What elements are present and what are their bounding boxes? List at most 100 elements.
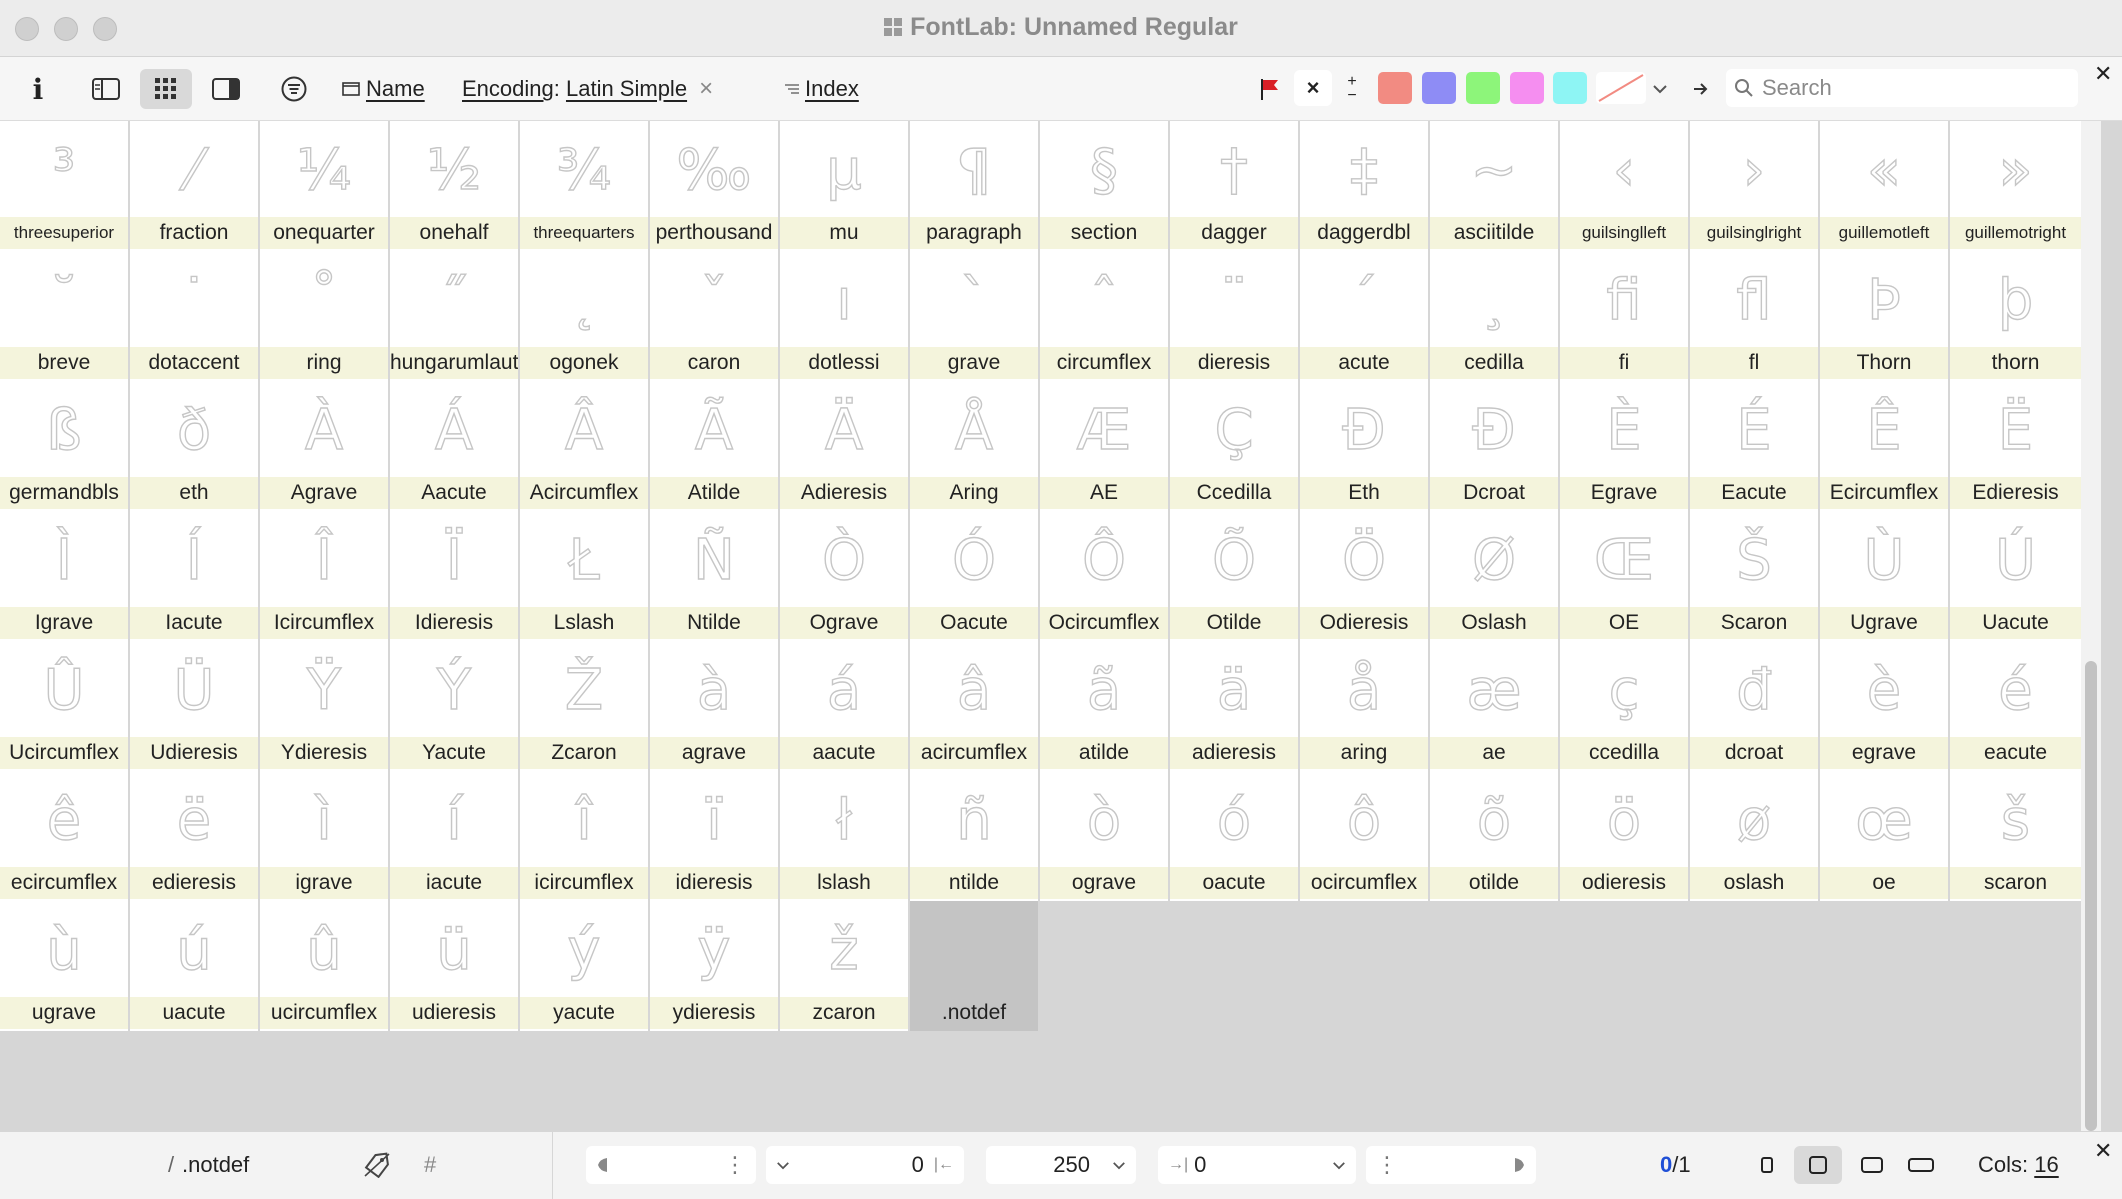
glyph-cell[interactable]: đ dcroat [1690, 641, 1818, 771]
glyph-cell[interactable]: ﬂ fl [1690, 251, 1818, 381]
glyph-cell[interactable]: ˇ caron [650, 251, 778, 381]
glyph-cell[interactable]: ~ asciitilde [1430, 121, 1558, 251]
glyph-cell[interactable]: ` grave [910, 251, 1038, 381]
color-swatch-blue[interactable] [1422, 72, 1456, 104]
glyph-cell[interactable]: ¸ cedilla [1430, 251, 1558, 381]
glyph-cell[interactable]: Û Ucircumflex [0, 641, 128, 771]
glyph-cell[interactable]: ¼ onequarter [260, 121, 388, 251]
glyph-cell[interactable]: Ä Adieresis [780, 381, 908, 511]
color-swatch-red[interactable] [1378, 72, 1412, 104]
glyph-cell[interactable]: å aring [1300, 641, 1428, 771]
glyph-cell[interactable]: ó oacute [1170, 771, 1298, 901]
cell-size-large-button[interactable] [1858, 1146, 1886, 1184]
sidebar-toggle-button[interactable] [88, 69, 124, 109]
glyph-cell[interactable]: š scaron [1950, 771, 2081, 901]
glyph-cell[interactable]: Ó Oacute [910, 511, 1038, 641]
glyph-cell[interactable]: ¶ paragraph [910, 121, 1038, 251]
glyph-cell[interactable]: Å Aring [910, 381, 1038, 511]
glyph-cell[interactable]: è egrave [1820, 641, 1948, 771]
glyph-cell[interactable]: ý yacute [520, 901, 648, 1031]
no-color-swatch[interactable] [1596, 72, 1646, 104]
glyph-cell[interactable]: ã atilde [1040, 641, 1168, 771]
glyph-cell[interactable]: ½ onehalf [390, 121, 518, 251]
glyph-cell[interactable]: ˘ breve [0, 251, 128, 381]
glyph-cell[interactable]: î icircumflex [520, 771, 648, 901]
clear-flag-button[interactable]: × [1294, 70, 1332, 106]
glyph-cell[interactable]: Œ OE [1560, 511, 1688, 641]
color-swatch-cyan[interactable] [1553, 72, 1587, 104]
glyph-cell[interactable]: á aacute [780, 641, 908, 771]
color-swatch-pink[interactable] [1510, 72, 1544, 104]
left-kerning-class-field[interactable]: ⋮ [586, 1146, 756, 1184]
current-glyph-name[interactable]: .notdef [182, 1146, 249, 1184]
glyph-cell[interactable]: ˛ ogonek [520, 251, 648, 381]
vertical-scrollbar[interactable] [2081, 121, 2101, 1131]
glyph-cell[interactable]: Ø Oslash [1430, 511, 1558, 641]
glyph-cell[interactable]: æ ae [1430, 641, 1558, 771]
glyph-cell[interactable]: Ò Ograve [780, 511, 908, 641]
glyph-cell[interactable]: † dagger [1170, 121, 1298, 251]
close-statusbar-icon[interactable]: ✕ [2094, 1138, 2112, 1164]
glyph-cell[interactable]: Þ Thorn [1820, 251, 1948, 381]
glyph-cell[interactable]: Ú Uacute [1950, 511, 2081, 641]
info-button[interactable]: i [20, 69, 56, 109]
tag-button[interactable] [363, 1146, 391, 1184]
glyph-cell[interactable]: â acircumflex [910, 641, 1038, 771]
glyph-cell[interactable]: ì igrave [260, 771, 388, 901]
glyph-cell[interactable]: þ thorn [1950, 251, 2081, 381]
glyph-cell[interactable]: Î Icircumflex [260, 511, 388, 641]
glyph-cell[interactable]: ö odieresis [1560, 771, 1688, 901]
encoding-clear-icon[interactable]: × [699, 75, 713, 103]
encoding-selector[interactable]: Encoding: Latin Simple × [462, 69, 742, 109]
glyph-cell[interactable]: ‹ guilsinglleft [1560, 121, 1688, 251]
glyph-cell[interactable]: Ñ Ntilde [650, 511, 778, 641]
glyph-cell[interactable]: ⁄ fraction [130, 121, 258, 251]
glyph-cell[interactable]: Š Scaron [1690, 511, 1818, 641]
glyph-cell[interactable]: Ł Lslash [520, 511, 648, 641]
glyph-cell[interactable]: ß germandbls [0, 381, 128, 511]
glyph-cell[interactable]: ñ ntilde [910, 771, 1038, 901]
glyph-cell[interactable]: ü udieresis [390, 901, 518, 1031]
glyph-cell[interactable]: Ù Ugrave [1820, 511, 1948, 641]
glyph-cell[interactable]: Ç Ccedilla [1170, 381, 1298, 511]
glyph-cell[interactable]: § section [1040, 121, 1168, 251]
hash-icon[interactable]: # [424, 1146, 436, 1184]
glyph-cell[interactable]: » guillemotright [1950, 121, 2081, 251]
glyph-cell[interactable]: ç ccedilla [1560, 641, 1688, 771]
glyph-cell[interactable]: ı dotlessi [780, 251, 908, 381]
search-field[interactable]: Search [1726, 69, 2078, 107]
sort-by-index-button[interactable]: Index [784, 69, 874, 109]
glyph-cell[interactable]: Ü Udieresis [130, 641, 258, 771]
glyph-cell[interactable]: ˆ circumflex [1040, 251, 1168, 381]
glyph-cell[interactable]: ò ograve [1040, 771, 1168, 901]
glyph-cell[interactable]: œ oe [1820, 771, 1948, 901]
glyph-cell[interactable]: ž zcaron [780, 901, 908, 1031]
glyph-cell[interactable]: ˚ ring [260, 251, 388, 381]
glyph-cell[interactable]: ¾ threequarters [520, 121, 648, 251]
colors-dropdown-button[interactable] [1648, 69, 1672, 109]
glyph-cell[interactable]: É Eacute [1690, 381, 1818, 511]
glyph-cell[interactable]: Ã Atilde [650, 381, 778, 511]
glyph-cell[interactable]: ÿ ydieresis [650, 901, 778, 1031]
cell-size-small-button[interactable] [1754, 1146, 1780, 1184]
glyph-cell[interactable]: à agrave [650, 641, 778, 771]
cell-size-wide-button[interactable] [1906, 1146, 1936, 1184]
glyph-cell[interactable]: ł lslash [780, 771, 908, 901]
glyph-cell[interactable]: ¨ dieresis [1170, 251, 1298, 381]
columns-control[interactable]: Cols: 16 [1978, 1146, 2059, 1184]
glyph-cell[interactable]: À Agrave [260, 381, 388, 511]
properties-panel-button[interactable] [208, 69, 244, 109]
glyph-cell[interactable]: Ô Ocircumflex [1040, 511, 1168, 641]
glyph-cell[interactable]: ô ocircumflex [1300, 771, 1428, 901]
glyph-cell[interactable]: Ì Igrave [0, 511, 128, 641]
glyph-cell[interactable]: Ö Odieresis [1300, 511, 1428, 641]
glyph-cell[interactable]: Ï Idieresis [390, 511, 518, 641]
glyph-cell[interactable]: Â Acircumflex [520, 381, 648, 511]
scrollbar-thumb[interactable] [2085, 661, 2097, 1131]
close-toolbar-icon[interactable]: ✕ [2094, 61, 2112, 87]
glyph-cell[interactable]: Ë Edieresis [1950, 381, 2081, 511]
glyph-cell[interactable]: ù ugrave [0, 901, 128, 1031]
glyph-cell[interactable]: ˝ hungarumlaut [390, 251, 518, 381]
glyph-cell[interactable]: ‰ perthousand [650, 121, 778, 251]
sort-by-name-button[interactable]: Name [342, 69, 432, 109]
